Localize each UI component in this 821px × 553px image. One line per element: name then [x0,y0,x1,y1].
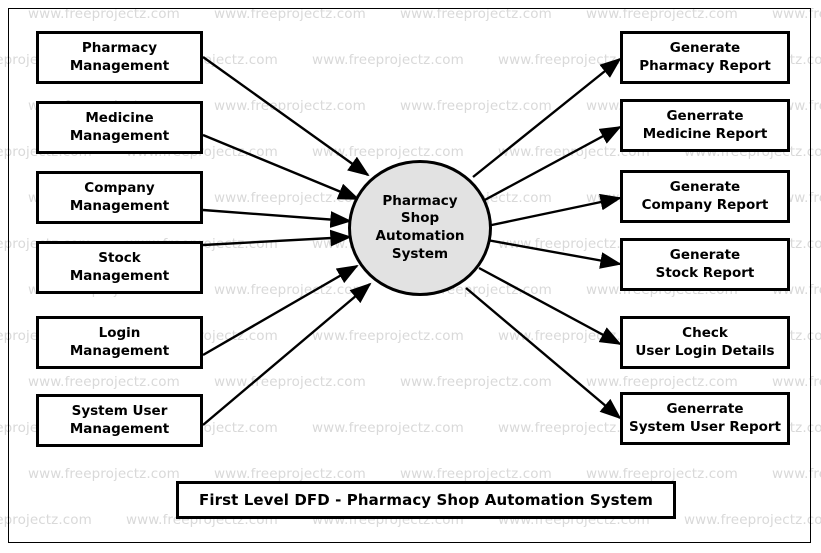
dfd-diagram-canvas: www.freeprojectz.com www.freeprojectz.com… [0,0,821,553]
entity-generate-system-user-report[interactable]: Generrate System User Report [620,392,790,445]
entity-generate-pharmacy-report[interactable]: Generate Pharmacy Report [620,31,790,84]
entity-company-management-label: Company Management [69,180,170,214]
entity-generate-stock-report[interactable]: Generate Stock Report [620,238,790,291]
entity-system-user-management-label: System User Management [69,403,170,437]
entity-check-user-login-details[interactable]: Check User Login Details [620,316,790,369]
diagram-title: First Level DFD - Pharmacy Shop Automati… [199,491,653,509]
entity-login-management[interactable]: Login Management [36,316,203,369]
process-label: Pharmacy Shop Automation System [375,192,465,262]
entity-stock-management-label: Stock Management [69,250,170,284]
entity-company-management[interactable]: Company Management [36,171,203,224]
entity-login-management-label: Login Management [69,325,170,359]
entity-system-user-management[interactable]: System User Management [36,394,203,447]
entity-generate-pharmacy-report-label: Generate Pharmacy Report [639,40,771,74]
entity-pharmacy-management[interactable]: Pharmacy Management [36,31,203,84]
entity-generate-medicine-report-label: Generrate Medicine Report [642,108,768,142]
process-pharmacy-shop-automation-system[interactable]: Pharmacy Shop Automation System [348,160,492,296]
diagram-title-box: First Level DFD - Pharmacy Shop Automati… [176,481,676,519]
entity-generate-system-user-report-label: Generrate System User Report [628,401,782,435]
entity-generate-stock-report-label: Generate Stock Report [655,247,755,281]
entity-generate-company-report-label: Generate Company Report [641,179,769,213]
entity-generate-company-report[interactable]: Generate Company Report [620,170,790,223]
entity-medicine-management[interactable]: Medicine Management [36,101,203,154]
entity-check-user-login-details-label: Check User Login Details [635,325,775,359]
entity-pharmacy-management-label: Pharmacy Management [69,40,170,74]
entity-medicine-management-label: Medicine Management [69,110,170,144]
entity-generate-medicine-report[interactable]: Generrate Medicine Report [620,99,790,152]
entity-stock-management[interactable]: Stock Management [36,241,203,294]
